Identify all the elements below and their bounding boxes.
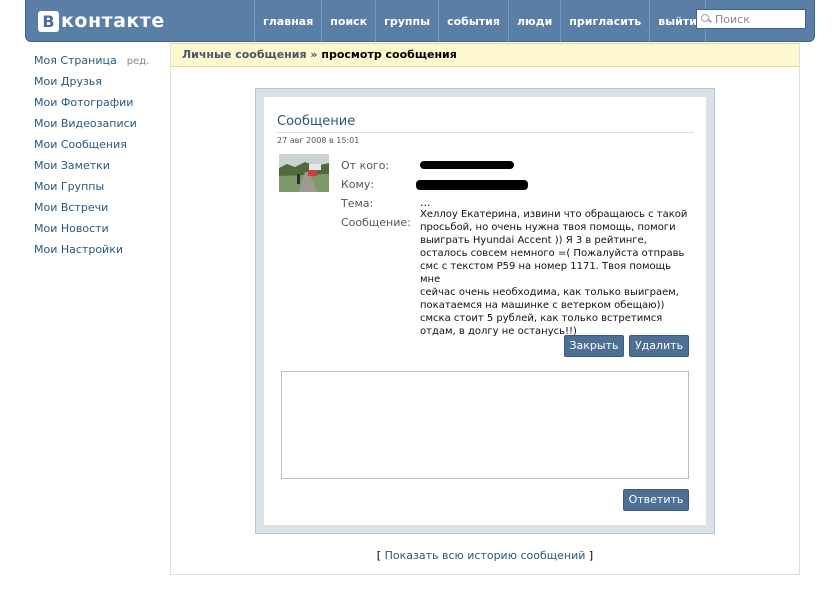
main-content: Личные сообщения » просмотр сообщения Со… (170, 43, 800, 575)
vkontakte-logo[interactable]: В контакте (38, 9, 165, 33)
sidebar-item-photos[interactable]: Мои Фотографии (34, 95, 164, 116)
sidebar-item-videos[interactable]: Мои Видеозаписи (34, 116, 164, 137)
nav-events[interactable]: события (438, 0, 508, 42)
show-history-link[interactable]: Показать всю историю сообщений (385, 549, 586, 562)
body-label: Сообщение: (341, 216, 411, 229)
sidebar-item-groups[interactable]: Мои Группы (34, 179, 164, 200)
message-body-line: осталось совсем немного =( Пожалуйста от… (420, 248, 685, 259)
sender-avatar[interactable] (279, 154, 329, 192)
nav-home[interactable]: главная (254, 0, 321, 42)
message-body-line: смс с текстом P59 на номер 1171. Твоя по… (420, 261, 671, 285)
from-name-redacted[interactable] (420, 161, 514, 169)
message-panel: Сообщение 27 авг 2008 в 15:01 От кого: К… (255, 88, 715, 534)
reply-textarea[interactable] (281, 371, 689, 479)
breadcrumb: Личные сообщения » просмотр сообщения (171, 43, 799, 67)
logo-letter: В (38, 10, 59, 32)
to-label: Кому: (341, 178, 375, 191)
subject-label: Тема: (341, 197, 374, 210)
sidebar-item-notes[interactable]: Мои Заметки (34, 158, 164, 179)
top-nav: главная поиск группы события люди пригла… (254, 0, 706, 42)
nav-search[interactable]: поиск (321, 0, 375, 42)
sidebar-menu: Моя Страница ред. Мои Друзья Мои Фотограф… (34, 53, 164, 263)
bracket-close: ] (588, 549, 594, 562)
nav-people[interactable]: люди (507, 0, 560, 42)
edit-profile-link[interactable]: ред. (127, 56, 150, 67)
message-body-line: сейчас очень необходима, как только выиг… (420, 287, 679, 298)
message-title: Сообщение (277, 114, 356, 129)
message-body-line: покатаемся на машинке с ветерком обещаю)… (420, 300, 665, 311)
to-name-redacted[interactable] (416, 180, 528, 190)
sidebar-item-settings[interactable]: Мои Настройки (34, 242, 164, 263)
breadcrumb-separator: » (310, 48, 318, 61)
avatar-photo-image (279, 154, 329, 192)
message-date: 27 авг 2008 в 15:01 (277, 136, 360, 145)
message-body-line: выиграть Hyundai Accent )) Я 3 в рейтинг… (420, 235, 647, 246)
sidebar-item-my-page[interactable]: Моя Страница ред. (34, 53, 164, 74)
message-body-line: Хеллоу Екатерина, извини что обращаюсь с… (420, 209, 688, 220)
sidebar-item-label[interactable]: Моя Страница (34, 54, 117, 67)
sidebar-item-messages[interactable]: Мои Сообщения (34, 137, 164, 158)
reply-button[interactable]: Ответить (623, 489, 689, 511)
message-body-line: смска стоит 5 рублей, как только встрети… (420, 313, 663, 324)
search-icon (701, 14, 711, 24)
delete-button[interactable]: Удалить (629, 335, 689, 357)
message-body: Хеллоу Екатерина, извини что обращаюсь с… (420, 208, 688, 338)
top-header: В контакте главная поиск группы события … (25, 0, 815, 42)
sidebar-item-news[interactable]: Мои Новости (34, 221, 164, 242)
bracket-open: [ (376, 549, 382, 562)
history-line: [ Показать всю историю сообщений ] (171, 549, 799, 562)
breadcrumb-current: просмотр сообщения (321, 48, 457, 61)
nav-groups[interactable]: группы (375, 0, 438, 42)
logo-text: контакте (61, 10, 165, 32)
message-card: Сообщение 27 авг 2008 в 15:01 От кого: К… (264, 97, 706, 525)
search-input[interactable] (715, 11, 803, 27)
nav-invite[interactable]: пригласить (560, 0, 649, 42)
title-divider (277, 132, 694, 133)
close-button[interactable]: Закрыть (564, 335, 624, 357)
sidebar-item-friends[interactable]: Мои Друзья (34, 74, 164, 95)
breadcrumb-messages-link[interactable]: Личные сообщения (182, 48, 307, 61)
from-label: От кого: (341, 159, 390, 172)
search-box (696, 9, 806, 29)
sidebar-item-meetings[interactable]: Мои Встречи (34, 200, 164, 221)
message-body-line: просьбой, но очень нужна твоя помощь, по… (420, 222, 676, 233)
